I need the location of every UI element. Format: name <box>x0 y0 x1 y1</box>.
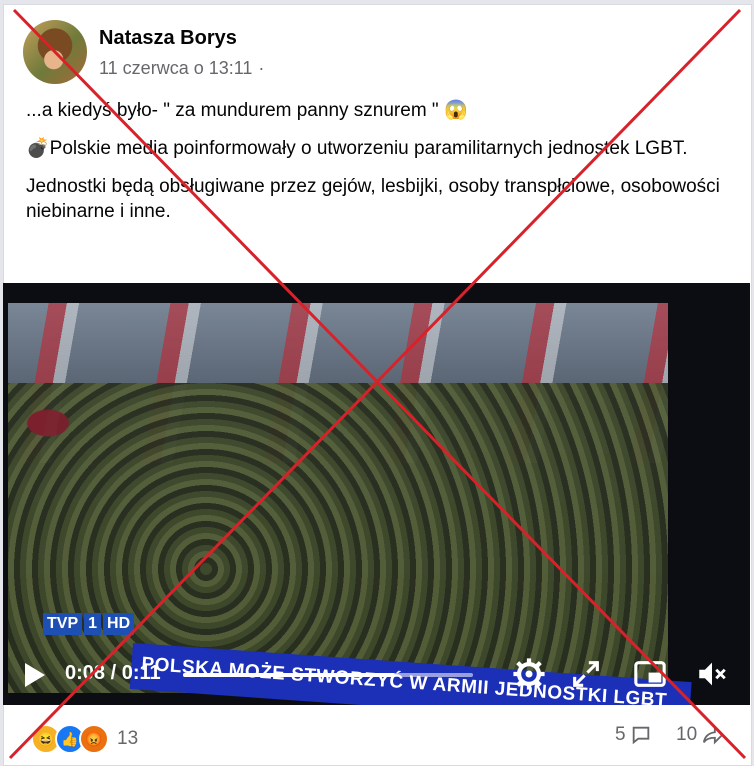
play-icon[interactable] <box>25 663 45 687</box>
fullscreen-icon[interactable] <box>569 657 603 691</box>
post-meta: 11 czerwca o 13:11 · <box>99 58 264 79</box>
author-name[interactable]: Natasza Borys <box>99 27 237 50</box>
meta-separator: · <box>258 58 265 78</box>
video-time: 0:08 / 0:11 <box>65 662 161 684</box>
progress-bar[interactable] <box>183 673 473 677</box>
shares-stat[interactable]: 10 <box>676 724 725 746</box>
video-frame: TVP 1 HD POLSKA MOŻE STWORZYĆ W ARMII JE… <box>8 303 692 705</box>
post-line-1: ...a kiedyś było- " za mundurem panny sz… <box>26 100 468 121</box>
tvp-logo: TVP 1 HD <box>43 613 135 635</box>
post-footer: 😆 👍 😡 13 5 10 <box>3 706 750 764</box>
progress-fill <box>183 673 395 677</box>
comments-stat[interactable]: 5 <box>615 724 652 746</box>
shares-count: 10 <box>676 724 698 745</box>
bomb-icon: 💣 <box>26 138 50 159</box>
reactions-count: 13 <box>117 728 139 749</box>
comment-icon <box>632 726 649 745</box>
video-controls: 0:08 / 0:11 <box>3 643 750 705</box>
post-text: ...a kiedyś było- " za mundurem panny sz… <box>26 98 736 237</box>
post-line-3: Jednostki będą obsługiwane przez gejów, … <box>26 176 720 222</box>
post-line-2: 💣Polskie media poinformowały o utworzeni… <box>26 138 688 159</box>
settings-gear-icon[interactable] <box>512 657 546 691</box>
reactions-summary[interactable]: 😆 👍 😡 13 <box>31 724 138 754</box>
angry-icon: 😡 <box>79 724 109 754</box>
picture-in-picture-icon[interactable] <box>633 657 667 691</box>
fearful-face-icon: 😱 <box>443 100 468 121</box>
volume-muted-icon[interactable] <box>695 657 729 691</box>
author-avatar[interactable] <box>23 20 87 84</box>
video-player[interactable]: TVP 1 HD POLSKA MOŻE STWORZYĆ W ARMII JE… <box>3 283 750 705</box>
post-date[interactable]: 11 czerwca o 13:11 <box>99 58 252 79</box>
share-icon <box>703 725 724 745</box>
comments-count: 5 <box>615 724 626 745</box>
